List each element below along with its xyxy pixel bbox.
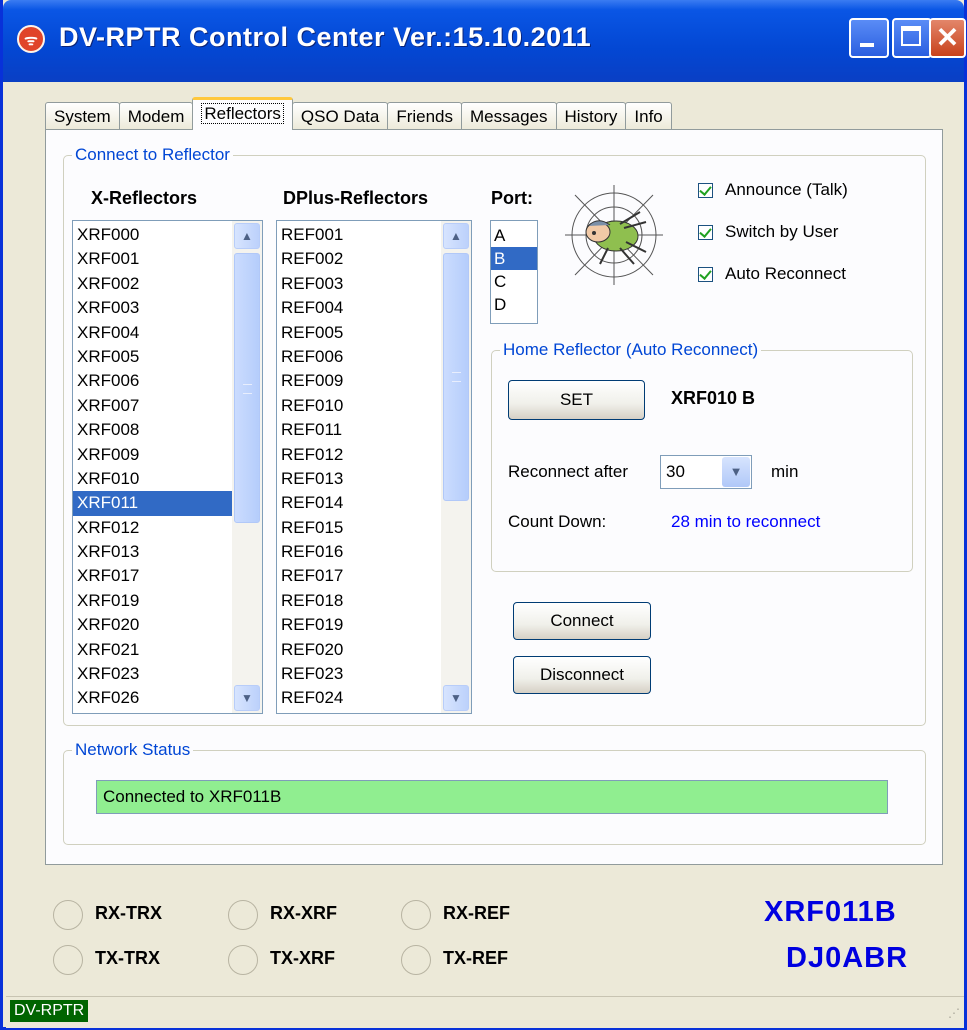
- tab-history[interactable]: History: [555, 102, 627, 130]
- switch-by-user-label: Switch by User: [725, 222, 839, 241]
- scroll-thumb[interactable]: [443, 253, 469, 501]
- dplus-reflectors-list[interactable]: REF001 REF002 REF003 REF004 REF005 REF006 REF0…: [276, 220, 472, 714]
- port-item-a[interactable]: A: [491, 224, 537, 247]
- status-bar: DV-RPTR ⋰: [6, 996, 964, 1028]
- port-item-d[interactable]: D: [491, 293, 537, 316]
- window-title: DV-RPTR Control Center Ver.:15.10.2011: [59, 22, 592, 52]
- tx-trx-led-icon: [53, 945, 83, 975]
- announce-checkbox[interactable]: Announce (Talk): [698, 180, 848, 200]
- x-reflectors-header: X-Reflectors: [91, 188, 198, 208]
- tab-friends[interactable]: Friends: [387, 102, 463, 130]
- scroll-thumb[interactable]: [234, 253, 260, 523]
- port-item-b[interactable]: B: [491, 247, 537, 270]
- scroll-down-icon[interactable]: ▼: [234, 685, 260, 711]
- auto-reconnect-checkbox[interactable]: Auto Reconnect: [698, 264, 846, 284]
- tab-reflectors-label: Reflectors: [201, 103, 284, 124]
- reconnect-interval-value: 30: [666, 462, 685, 481]
- auto-reconnect-label: Auto Reconnect: [725, 264, 846, 283]
- resize-grip-icon[interactable]: ⋰: [946, 1007, 960, 1024]
- tx-ref-label: TX-REF: [443, 948, 508, 968]
- dplus-reflectors-scrollbar[interactable]: ▲ ▼: [441, 221, 471, 713]
- main-window: ᯤ DV-RPTR Control Center Ver.:15.10.2011…: [0, 0, 967, 1030]
- x-reflectors-scrollbar[interactable]: ▲ ▼: [232, 221, 262, 713]
- close-icon: ✕: [935, 22, 960, 53]
- rss-signal-icon: ᯤ: [17, 25, 45, 53]
- rx-trx-label: RX-TRX: [95, 903, 162, 923]
- checkbox-checked-icon: [698, 266, 713, 282]
- tab-qso-data[interactable]: QSO Data: [291, 102, 389, 130]
- connect-button[interactable]: Connect: [513, 602, 651, 640]
- network-group-title: Network Status: [72, 740, 194, 760]
- tx-ref-led-icon: [401, 945, 431, 975]
- tab-system[interactable]: System: [45, 102, 120, 130]
- announce-label: Announce (Talk): [725, 180, 848, 199]
- set-button[interactable]: SET: [508, 380, 645, 420]
- min-unit-label: min: [771, 462, 799, 481]
- disconnect-button[interactable]: Disconnect: [513, 656, 651, 694]
- home-group-title: Home Reflector (Auto Reconnect): [500, 340, 762, 360]
- network-status-field: Connected to XRF011B: [96, 780, 888, 814]
- connect-group-title: Connect to Reflector: [72, 145, 233, 165]
- reconnect-after-label: Reconnect after: [508, 462, 629, 481]
- tx-trx-label: TX-TRX: [95, 948, 160, 968]
- port-header: Port:: [491, 188, 533, 208]
- scroll-down-icon[interactable]: ▼: [443, 685, 469, 711]
- callsign-display: DJ0ABR: [786, 942, 909, 974]
- chevron-down-icon[interactable]: ▼: [722, 457, 750, 487]
- tab-reflectors[interactable]: Reflectors: [192, 97, 293, 130]
- tab-strip: System Modem Reflectors QSO Data Friends…: [45, 97, 672, 130]
- count-down-value: 28 min to reconnect: [671, 512, 821, 531]
- count-down-label: Count Down:: [508, 512, 607, 531]
- tx-xrf-label: TX-XRF: [270, 948, 335, 968]
- scroll-up-icon[interactable]: ▲: [234, 223, 260, 249]
- maximize-icon: [901, 26, 921, 46]
- rx-xrf-led-icon: [228, 900, 258, 930]
- switch-by-user-checkbox[interactable]: Switch by User: [698, 222, 838, 242]
- checkbox-checked-icon: [698, 182, 713, 198]
- status-panel: DV-RPTR: [10, 1000, 89, 1022]
- tab-modem[interactable]: Modem: [118, 102, 194, 130]
- port-list[interactable]: ABCD: [490, 220, 538, 324]
- rx-trx-led-icon: [53, 900, 83, 930]
- maximize-button[interactable]: [892, 18, 932, 58]
- home-reflector-value: XRF010 B: [671, 388, 756, 408]
- title-bar[interactable]: ᯤ DV-RPTR Control Center Ver.:15.10.2011…: [3, 0, 966, 82]
- spider-web-icon: [560, 180, 668, 290]
- scroll-up-icon[interactable]: ▲: [443, 223, 469, 249]
- rx-ref-led-icon: [401, 900, 431, 930]
- checkbox-checked-icon: [698, 224, 713, 240]
- x-reflectors-list[interactable]: XRF000 XRF001 XRF002 XRF003 XRF004 XRF005 XRF0…: [72, 220, 263, 714]
- dplus-reflectors-header: DPlus-Reflectors: [283, 188, 429, 208]
- minimize-button[interactable]: [849, 18, 889, 58]
- close-button[interactable]: ✕: [929, 18, 966, 58]
- reconnect-interval-select[interactable]: 30 ▼: [660, 455, 752, 489]
- rx-ref-label: RX-REF: [443, 903, 510, 923]
- tab-info[interactable]: Info: [625, 102, 672, 130]
- tx-xrf-led-icon: [228, 945, 258, 975]
- tab-messages[interactable]: Messages: [461, 102, 557, 130]
- current-reflector-display: XRF011B: [764, 896, 897, 928]
- minimize-icon: [860, 43, 874, 47]
- rx-xrf-label: RX-XRF: [270, 903, 337, 923]
- port-item-c[interactable]: C: [491, 270, 537, 293]
